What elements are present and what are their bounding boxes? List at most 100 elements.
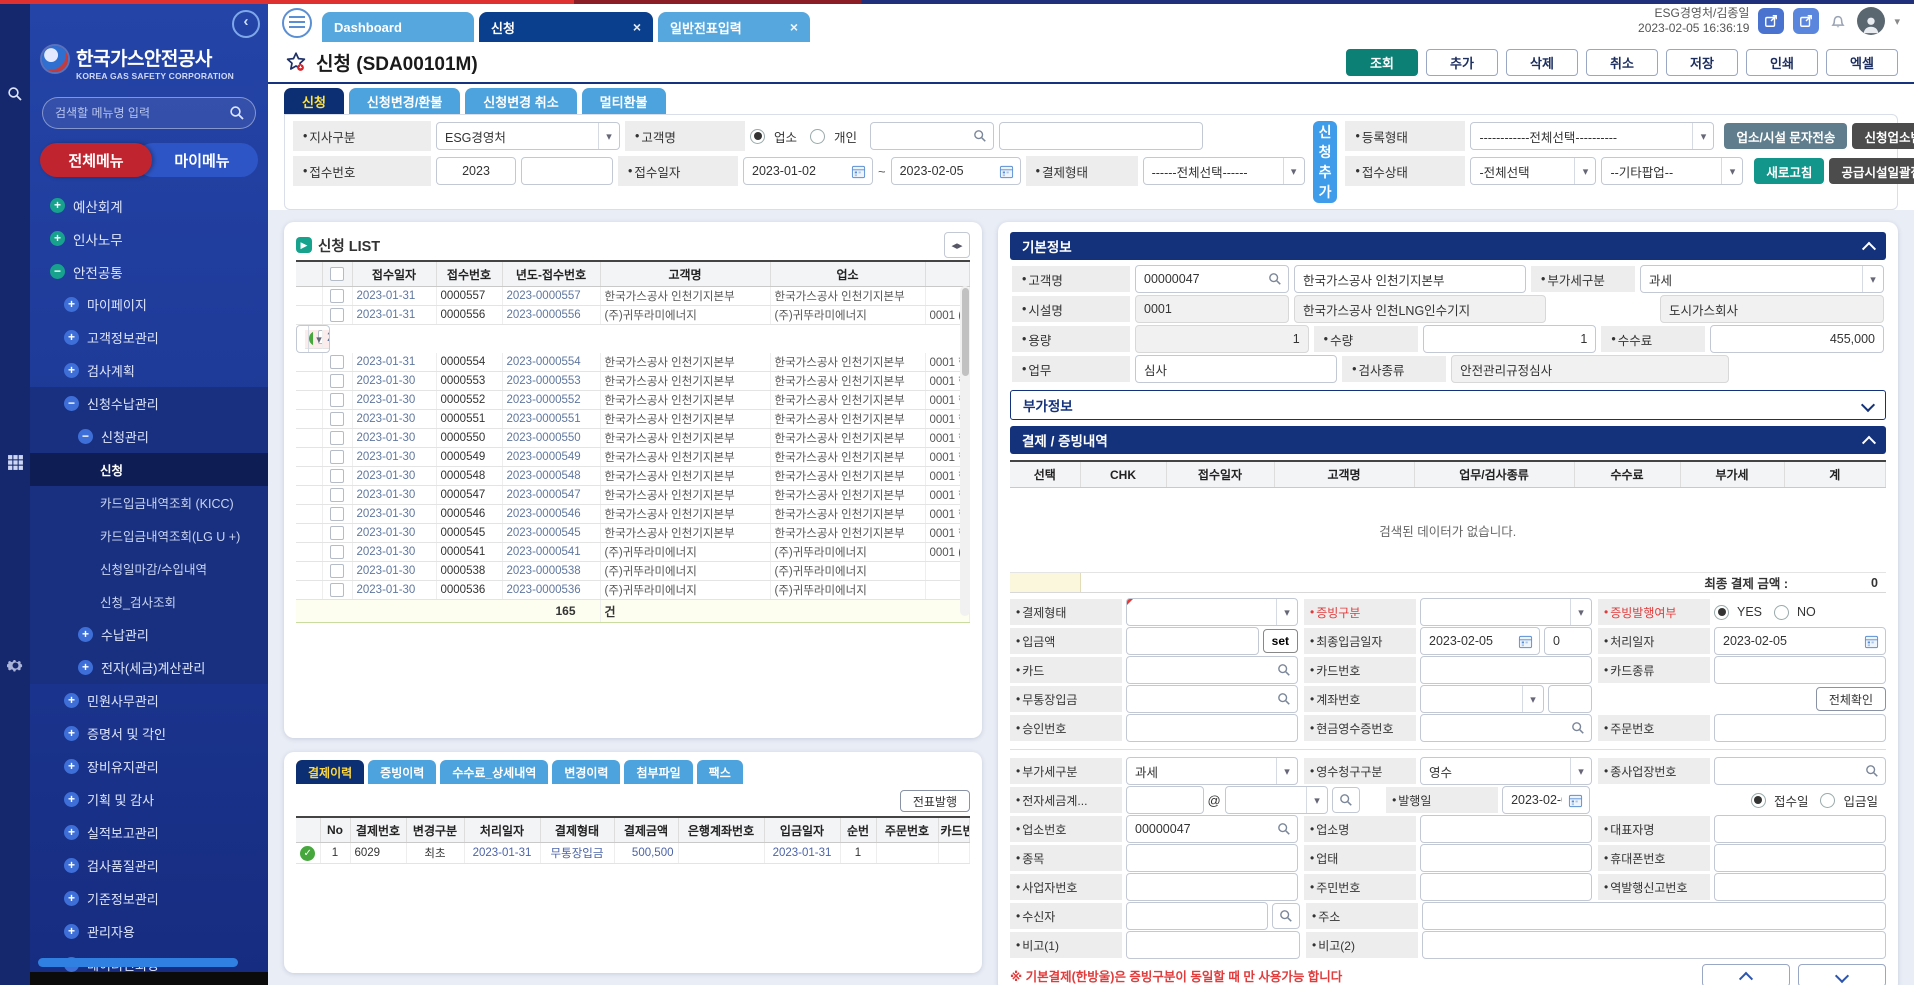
receipt-seq-input[interactable] xyxy=(521,157,613,185)
table-row[interactable]: 2023-01-3100005572023-0000557한국가스공사 인천기지… xyxy=(296,287,970,306)
biz-no-input[interactable] xyxy=(1126,815,1298,843)
row-checkbox[interactable] xyxy=(330,583,344,597)
close-icon[interactable]: × xyxy=(633,19,641,35)
evidence-select[interactable] xyxy=(1420,598,1592,626)
row-checkbox[interactable] xyxy=(330,488,344,502)
collapse-sidebar-icon[interactable]: ‹ xyxy=(232,10,260,38)
open-window-button[interactable] xyxy=(1793,8,1819,34)
reverse-issue-input[interactable] xyxy=(1714,873,1886,901)
sidebar-item[interactable]: +관리자용 xyxy=(30,915,268,948)
sidebar-item[interactable]: 카드입금내역조회(LG U +) xyxy=(30,519,268,552)
card-no-input[interactable] xyxy=(1420,656,1592,684)
last-deposit-extra-input[interactable] xyxy=(1544,627,1592,655)
table-row[interactable]: 2023-01-3000005412023-0000541(주)귀뚜라미에너지(… xyxy=(296,543,970,562)
radio-business[interactable] xyxy=(750,129,765,144)
radio-receipt-date[interactable] xyxy=(1751,793,1766,808)
customer-name-input[interactable] xyxy=(1294,265,1526,293)
bank-deposit-input[interactable] xyxy=(1126,685,1298,713)
refresh-button[interactable]: 새로고침 xyxy=(1754,158,1824,184)
radio-yes[interactable] xyxy=(1714,605,1729,620)
list-scrollbar[interactable] xyxy=(960,286,970,616)
section-basic-info[interactable]: 기본정보 xyxy=(1010,232,1886,260)
receipt-year-input[interactable] xyxy=(436,157,516,185)
row-checkbox[interactable] xyxy=(330,431,344,445)
sidebar-item[interactable]: +검사품질관리 xyxy=(30,849,268,882)
expand-plus-icon[interactable]: + xyxy=(64,759,79,774)
collapse-minus-icon[interactable]: − xyxy=(50,264,65,279)
sidebar-item[interactable]: +기준정보관리 xyxy=(30,882,268,915)
search-icon[interactable] xyxy=(1571,721,1585,735)
row-checkbox[interactable] xyxy=(330,412,344,426)
tab-all-menu[interactable]: 전체메뉴 xyxy=(40,143,152,177)
etax-email-domain-select[interactable] xyxy=(1225,786,1328,814)
sidebar-item[interactable]: +민원사무관리 xyxy=(30,684,268,717)
ceo-name-input[interactable] xyxy=(1714,815,1886,843)
toolbar-button-7[interactable]: 엑셀 xyxy=(1826,49,1898,76)
search-icon[interactable] xyxy=(973,129,987,143)
sidebar-item[interactable]: +예산회계 xyxy=(30,189,268,222)
sidebar-item[interactable]: +장비유지관리 xyxy=(30,750,268,783)
receipt-claim-select[interactable]: 영수 xyxy=(1420,757,1592,785)
confirm-all-button[interactable]: 전체확인 xyxy=(1816,687,1886,711)
chevron-down-icon[interactable]: ▾ xyxy=(1894,15,1900,28)
card-input[interactable] xyxy=(1126,656,1298,684)
sidebar-item[interactable]: 신청 xyxy=(30,453,268,486)
bell-icon[interactable] xyxy=(1828,11,1848,31)
calendar-icon[interactable] xyxy=(1864,634,1879,649)
row-checkbox[interactable] xyxy=(330,469,344,483)
calendar-icon[interactable] xyxy=(1568,793,1583,808)
row-checkbox[interactable] xyxy=(318,330,323,344)
tab-신청[interactable]: 신청× xyxy=(479,12,653,42)
customer-code-input[interactable] xyxy=(870,122,994,150)
section-payment[interactable]: 결제 / 증빙내역 xyxy=(1010,426,1886,454)
sidebar-item[interactable]: 카드입금내역조회 (KICC) xyxy=(30,486,268,519)
table-row[interactable]: 2023-01-3100005562023-0000556(주)귀뚜라미에너지(… xyxy=(296,306,970,325)
row-checkbox[interactable] xyxy=(330,374,344,388)
industry-input[interactable] xyxy=(1420,844,1592,872)
sub-tab-2[interactable]: 신청변경/환불 xyxy=(349,88,460,114)
sidebar-item[interactable]: +실적보고관리 xyxy=(30,816,268,849)
branch-select[interactable]: ESG경영처 xyxy=(436,122,620,150)
table-row[interactable]: 2023-01-3000005502023-0000550한국가스공사 인천기지… xyxy=(296,429,970,448)
favorite-star-icon[interactable] xyxy=(284,50,308,74)
cash-receipt-input[interactable] xyxy=(1420,714,1592,742)
header-checkbox[interactable] xyxy=(330,267,344,281)
tab-Dashboard[interactable]: Dashboard xyxy=(322,12,474,42)
work-input[interactable] xyxy=(1135,355,1337,383)
table-row[interactable]: ✓2023-01-3100005552023-0000555한국가스공사 인천기… xyxy=(296,325,330,353)
table-row[interactable]: 2023-01-3000005452023-0000545한국가스공사 인천기지… xyxy=(296,524,970,543)
table-row[interactable]: ✓16029최초2023-01-31무통장입금500,5002023-01-31… xyxy=(296,843,970,864)
item-input[interactable] xyxy=(1126,844,1298,872)
collapse-minus-icon[interactable]: − xyxy=(64,396,79,411)
note1-input[interactable] xyxy=(1126,931,1300,959)
expand-plus-icon[interactable]: + xyxy=(78,660,93,675)
sidebar-item[interactable]: 신청일마감/수입내역 xyxy=(30,552,268,585)
gear-icon[interactable] xyxy=(7,657,24,674)
sidebar-item[interactable]: −신청수납관리 xyxy=(30,387,268,420)
expand-plus-icon[interactable]: + xyxy=(64,297,79,312)
approval-no-input[interactable] xyxy=(1126,714,1298,742)
set-button[interactable]: set xyxy=(1263,629,1298,653)
table-row[interactable]: 2023-01-3000005462023-0000546한국가스공사 인천기지… xyxy=(296,505,970,524)
grid-menu-icon[interactable] xyxy=(7,454,24,471)
change-business-button[interactable]: 신청업소변경 xyxy=(1852,123,1914,149)
expand-plus-icon[interactable]: + xyxy=(64,792,79,807)
brn-input[interactable] xyxy=(1126,873,1298,901)
customer-name-input[interactable] xyxy=(999,122,1203,150)
table-row[interactable]: 2023-01-3000005482023-0000548한국가스공사 인천기지… xyxy=(296,467,970,486)
sidebar-item[interactable]: −신청관리 xyxy=(30,420,268,453)
avatar[interactable] xyxy=(1857,7,1885,35)
row-checkbox[interactable] xyxy=(330,564,344,578)
expand-plus-icon[interactable]: + xyxy=(64,891,79,906)
address-input[interactable] xyxy=(1422,902,1886,930)
row-checkbox[interactable] xyxy=(330,450,344,464)
hamburger-menu-icon[interactable] xyxy=(282,8,312,38)
expand-plus-icon[interactable]: + xyxy=(64,693,79,708)
table-row[interactable]: 2023-01-3000005472023-0000547한국가스공사 인천기지… xyxy=(296,486,970,505)
search-icon[interactable] xyxy=(1277,663,1291,677)
sub-tab-3[interactable]: 신청변경 취소 xyxy=(465,88,576,114)
sidebar-item[interactable]: +전자(세금)계산관리 xyxy=(30,651,268,684)
collapse-minus-icon[interactable]: − xyxy=(78,429,93,444)
toolbar-button-3[interactable]: 삭제 xyxy=(1506,49,1578,76)
sidebar-item[interactable]: +인사노무 xyxy=(30,222,268,255)
